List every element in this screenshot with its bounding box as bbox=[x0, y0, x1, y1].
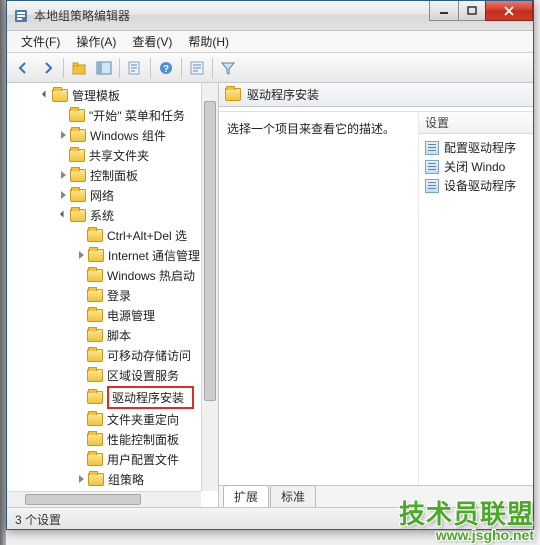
tree-node[interactable]: 登录 bbox=[7, 285, 202, 305]
tabstrip: 扩展 标准 bbox=[219, 485, 533, 507]
description-column: 选择一个项目来查看它的描述。 bbox=[219, 112, 419, 485]
menu-view[interactable]: 查看(V) bbox=[124, 31, 180, 52]
main-window: 本地组策略编辑器 文件(F) 操作(A) 查看(V) 帮助(H) ? bbox=[6, 0, 534, 530]
tab-extended[interactable]: 扩展 bbox=[223, 485, 269, 507]
expander-icon[interactable] bbox=[75, 249, 87, 261]
status-text: 3 个设置 bbox=[15, 513, 61, 527]
tree-node-system[interactable]: 系统 bbox=[7, 205, 202, 225]
menu-help[interactable]: 帮助(H) bbox=[180, 31, 237, 52]
folder-icon bbox=[225, 88, 241, 101]
close-button[interactable] bbox=[485, 1, 533, 21]
folder-icon bbox=[87, 349, 103, 362]
tree-vertical-scrollbar[interactable] bbox=[201, 83, 218, 491]
description-text: 选择一个项目来查看它的描述。 bbox=[227, 120, 410, 137]
tree-node-driver-install[interactable]: 驱动程序安装 bbox=[7, 385, 202, 409]
folder-icon bbox=[87, 369, 103, 382]
tree-node[interactable]: 控制面板 bbox=[7, 165, 202, 185]
folder-icon bbox=[87, 329, 103, 342]
folder-icon bbox=[70, 189, 86, 202]
tree-node[interactable]: 区域设置服务 bbox=[7, 365, 202, 385]
folder-icon bbox=[69, 149, 85, 162]
statusbar: 3 个设置 bbox=[7, 507, 533, 529]
tree-node-admin-templates[interactable]: 管理模板 bbox=[7, 85, 202, 105]
tree-horizontal-scrollbar[interactable] bbox=[7, 491, 201, 507]
policy-icon bbox=[425, 160, 439, 174]
folder-icon bbox=[87, 309, 103, 322]
up-button[interactable] bbox=[67, 56, 91, 80]
svg-text:?: ? bbox=[163, 64, 169, 75]
tree-node[interactable]: "开始" 菜单和任务 bbox=[7, 105, 202, 125]
export-button[interactable] bbox=[123, 56, 147, 80]
expander-icon[interactable] bbox=[57, 209, 69, 221]
setting-item[interactable]: 设备驱动程序 bbox=[421, 176, 531, 195]
tree-node[interactable]: Windows 组件 bbox=[7, 125, 202, 145]
settings-column: 设置 配置驱动程序 关闭 Windo 设备驱动程序 bbox=[419, 112, 533, 485]
forward-button[interactable] bbox=[36, 56, 60, 80]
expander-icon[interactable] bbox=[57, 129, 69, 141]
tree-node[interactable]: Internet 通信管理 bbox=[7, 245, 202, 265]
details-pane: 驱动程序安装 选择一个项目来查看它的描述。 设置 配置驱动程序 关闭 Windo… bbox=[219, 83, 533, 507]
folder-icon bbox=[87, 433, 103, 446]
tree-node[interactable]: 共享文件夹 bbox=[7, 145, 202, 165]
window-title: 本地组策略编辑器 bbox=[34, 7, 130, 24]
tree-node[interactable]: 脚本 bbox=[7, 325, 202, 345]
filter-button[interactable] bbox=[216, 56, 240, 80]
folder-icon bbox=[87, 391, 103, 404]
menu-file[interactable]: 文件(F) bbox=[13, 31, 68, 52]
setting-item[interactable]: 关闭 Windo bbox=[421, 157, 531, 176]
tree-node[interactable]: 文件夹重定向 bbox=[7, 409, 202, 429]
expander-icon[interactable] bbox=[75, 473, 87, 485]
folder-icon bbox=[70, 169, 86, 182]
details-header: 驱动程序安装 bbox=[219, 83, 533, 107]
toolbar: ? bbox=[7, 53, 533, 83]
folder-icon bbox=[70, 209, 86, 222]
expander-icon[interactable] bbox=[57, 189, 69, 201]
folder-icon bbox=[87, 453, 103, 466]
show-hide-tree-button[interactable] bbox=[92, 56, 116, 80]
titlebar: 本地组策略编辑器 bbox=[7, 1, 533, 31]
tree-node[interactable]: 网络 bbox=[7, 185, 202, 205]
help-button[interactable]: ? bbox=[154, 56, 178, 80]
folder-icon bbox=[87, 289, 103, 302]
menu-action[interactable]: 操作(A) bbox=[68, 31, 124, 52]
folder-icon bbox=[87, 413, 103, 426]
expander-icon[interactable] bbox=[57, 169, 69, 181]
folder-icon bbox=[88, 473, 104, 486]
properties-button[interactable] bbox=[185, 56, 209, 80]
folder-icon bbox=[87, 229, 103, 242]
tree-node[interactable]: 用户配置文件 bbox=[7, 449, 202, 469]
tree-node[interactable]: Ctrl+Alt+Del 选 bbox=[7, 225, 202, 245]
tab-standard[interactable]: 标准 bbox=[270, 485, 316, 507]
folder-icon bbox=[87, 269, 103, 282]
app-icon bbox=[13, 8, 29, 24]
setting-item[interactable]: 配置驱动程序 bbox=[421, 138, 531, 157]
folder-icon bbox=[69, 109, 85, 122]
tree-node[interactable]: 可移动存储访问 bbox=[7, 345, 202, 365]
expander-icon[interactable] bbox=[39, 89, 51, 101]
folder-icon bbox=[88, 249, 104, 262]
maximize-button[interactable] bbox=[458, 1, 486, 21]
settings-header[interactable]: 设置 bbox=[419, 112, 533, 134]
policy-icon bbox=[425, 141, 439, 155]
folder-icon bbox=[52, 89, 68, 102]
minimize-button[interactable] bbox=[429, 1, 459, 21]
menubar: 文件(F) 操作(A) 查看(V) 帮助(H) bbox=[7, 31, 533, 53]
tree-node[interactable]: Windows 热启动 bbox=[7, 265, 202, 285]
scroll-thumb[interactable] bbox=[204, 101, 216, 401]
tree-node[interactable]: 性能控制面板 bbox=[7, 429, 202, 449]
policy-icon bbox=[425, 179, 439, 193]
tree-node[interactable]: 组策略 bbox=[7, 469, 202, 489]
folder-icon bbox=[70, 129, 86, 142]
back-button[interactable] bbox=[11, 56, 35, 80]
tree-pane: 管理模板 "开始" 菜单和任务 Windows 组件 共享文件夹 控制面板 网络… bbox=[7, 83, 219, 507]
tree-node[interactable]: 电源管理 bbox=[7, 305, 202, 325]
details-title: 驱动程序安装 bbox=[247, 86, 319, 103]
scroll-thumb[interactable] bbox=[25, 494, 141, 505]
